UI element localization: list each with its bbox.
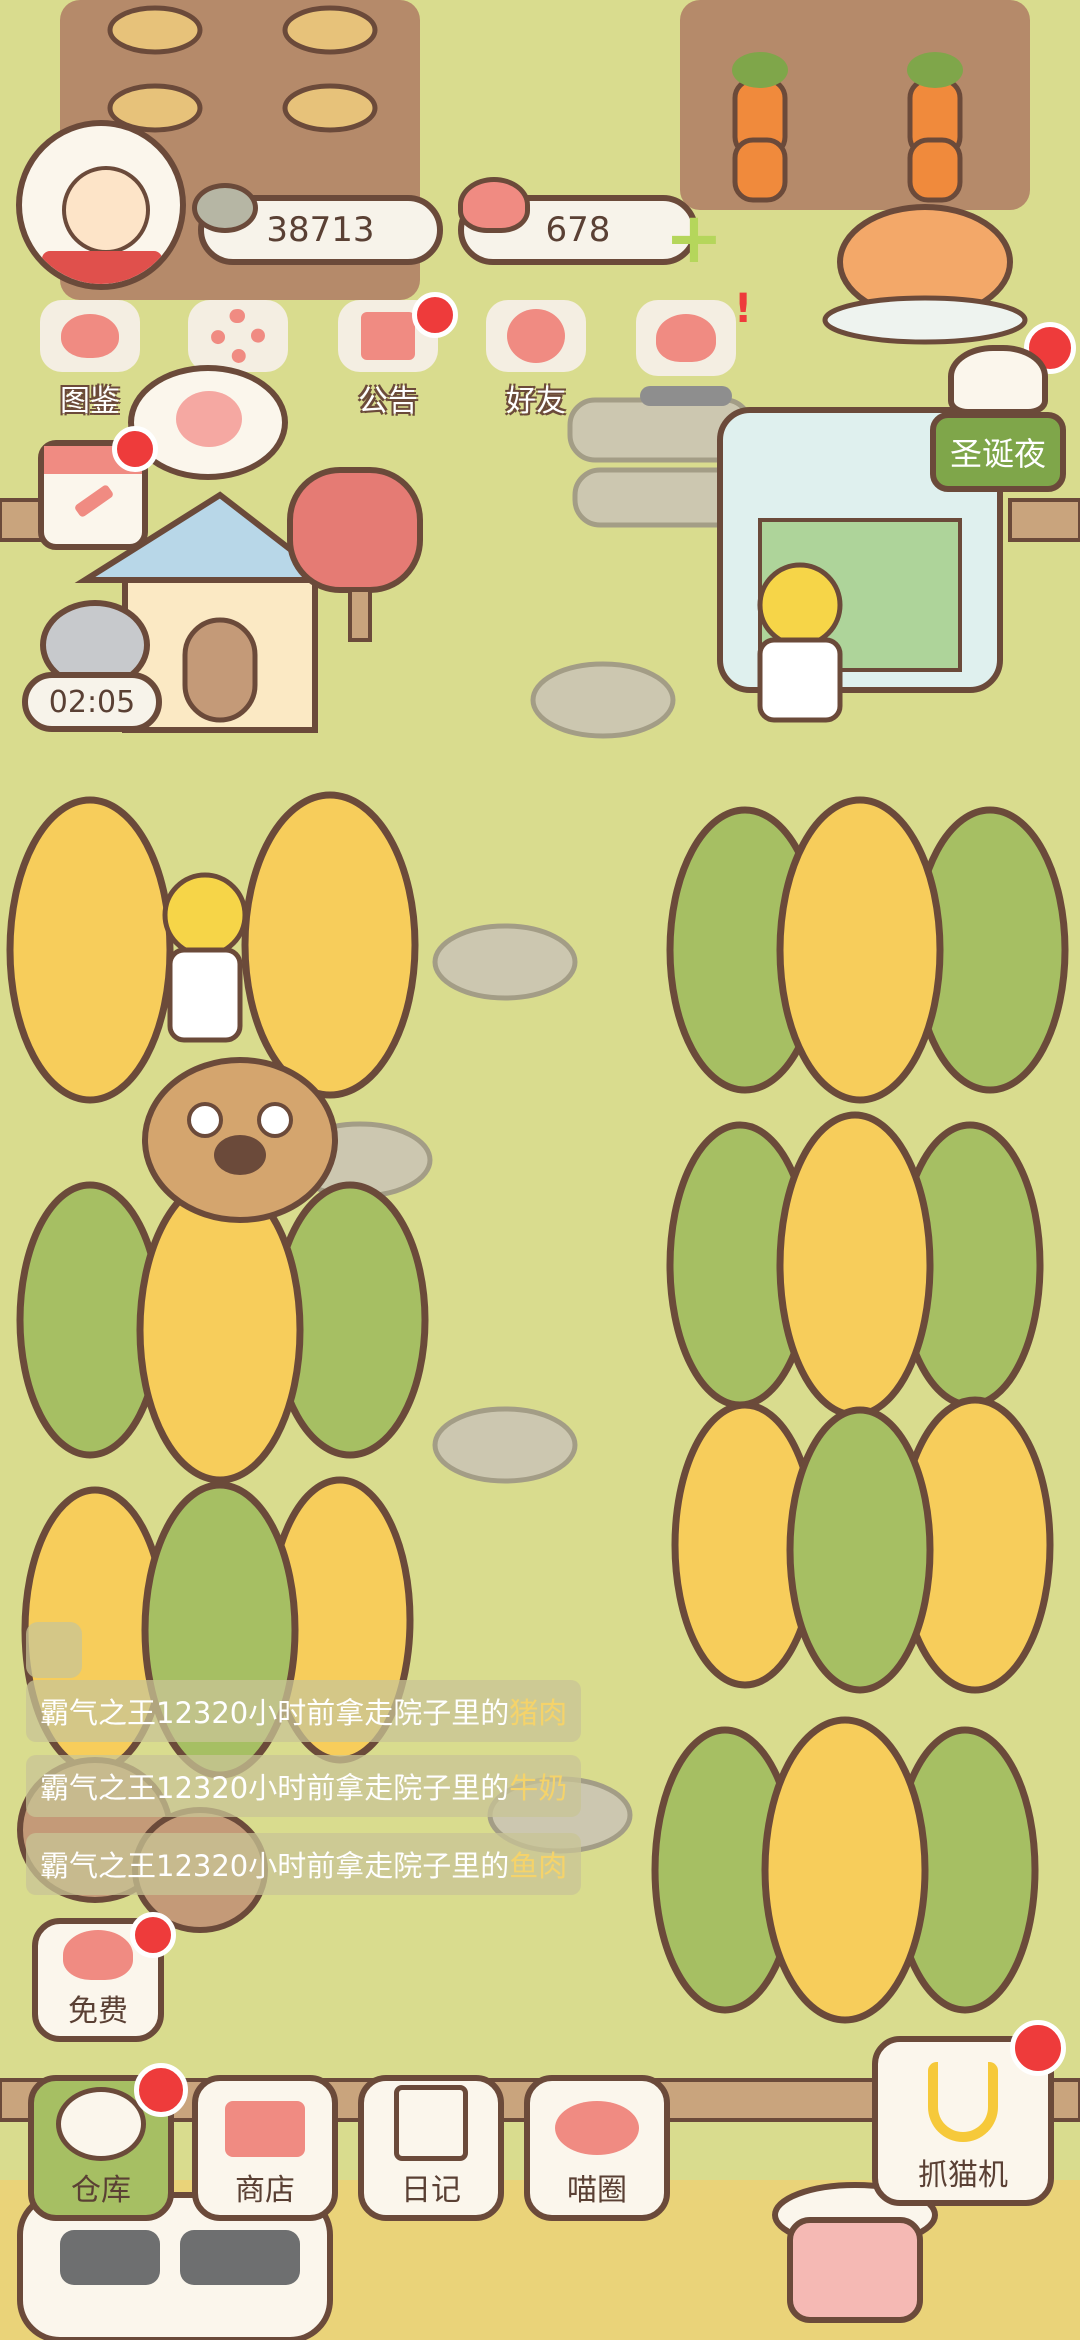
carrot-field[interactable] [680,0,1030,210]
claw-badge [1010,2020,1066,2076]
pug-character[interactable] [142,1057,338,1223]
fish-icon [192,183,258,233]
timer-value: 02:05 [48,684,136,720]
claw-machine-icon [928,2062,998,2142]
menu-hearts[interactable]: ! [626,286,752,420]
heart-icon [63,1930,133,1980]
feed-item-name: 鱼肉 [509,1849,568,1883]
claw-machine-button[interactable]: 抓猫机 [872,2020,1066,2206]
menu-friends[interactable]: 好友 [476,300,596,420]
free-badge [130,1912,176,1958]
feed-text: 霸气之王12320小时前拿走院子里的 [40,1849,510,1883]
player-avatar[interactable] [16,120,186,290]
santa-cat-icon [948,345,1048,415]
avatar-face [62,166,150,254]
heart-currency-value: 678 [545,210,611,250]
dog-face-icon [176,391,242,447]
free-button[interactable]: 免费 [32,1912,176,2042]
hearts-progress [640,386,732,406]
avatar-scarf [42,251,162,284]
christmas-event-button[interactable]: 圣诞夜 [930,412,1066,492]
feed-item: 霸气之王12320小时前拿走院子里的 猪肉 [26,1680,582,1742]
heart-icon [458,177,530,233]
timer-pill: 02:05 [22,672,162,732]
feed-item-name: 猪肉 [509,1696,568,1730]
notice-badge [412,292,458,338]
menu-notice[interactable]: 公告 [328,292,458,420]
nav-circle-label: 喵圈 [567,2173,627,2208]
friends-icon [486,300,586,372]
pencil-icon [73,483,115,519]
heart-currency[interactable]: 678 [458,177,698,265]
feed-text: 霸气之王12320小时前拿走院子里的 [40,1696,510,1730]
warehouse-badge [134,2063,188,2117]
calendar-badge [112,426,158,472]
nav-shop[interactable]: 商店 [192,2075,338,2221]
feed-item-name: 牛奶 [509,1771,568,1805]
cat-face-icon [40,300,140,372]
nav-diary-label: 日记 [401,2173,461,2208]
fish-currency[interactable]: 38713 [192,183,443,265]
shop-icon [225,2101,305,2157]
add-currency-button[interactable]: + [664,203,724,273]
nav-shop-label: 商店 [235,2173,295,2208]
hearts-icon [636,300,736,376]
christmas-event-label: 圣诞夜 [949,435,1046,473]
nav-diary[interactable]: 日记 [358,2075,504,2221]
claw-machine-label: 抓猫机 [918,2158,1008,2193]
menu-friends-label: 好友 [506,384,566,419]
nav-circle[interactable]: 喵圈 [524,2075,670,2221]
menu-codex-label: 图鉴 [60,384,120,419]
exclamation-icon: ! [734,286,753,332]
calendar-edit-button[interactable] [38,426,158,550]
fish-currency-value: 38713 [266,210,375,250]
nav-warehouse-label: 仓库 [71,2173,131,2208]
menu-notice-label: 公告 [358,384,418,419]
feed-item: 霸气之王12320小时前拿走院子里的 鱼肉 [26,1833,582,1895]
gear-icon [188,300,288,372]
feed-item: 霸气之王12320小时前拿走院子里的 牛奶 [26,1755,582,1817]
planet-cat-icon [555,2101,639,2155]
feed-text: 霸气之王12320小时前拿走院子里的 [40,1771,510,1805]
diary-icon [394,2085,468,2161]
feed-toggle-icon[interactable] [26,1622,82,1678]
red-panda[interactable] [822,204,1028,345]
plus-icon: + [664,197,724,279]
free-label: 免费 [68,1994,128,2029]
warehouse-icon [56,2087,146,2161]
nav-warehouse[interactable]: 仓库 [28,2063,188,2221]
